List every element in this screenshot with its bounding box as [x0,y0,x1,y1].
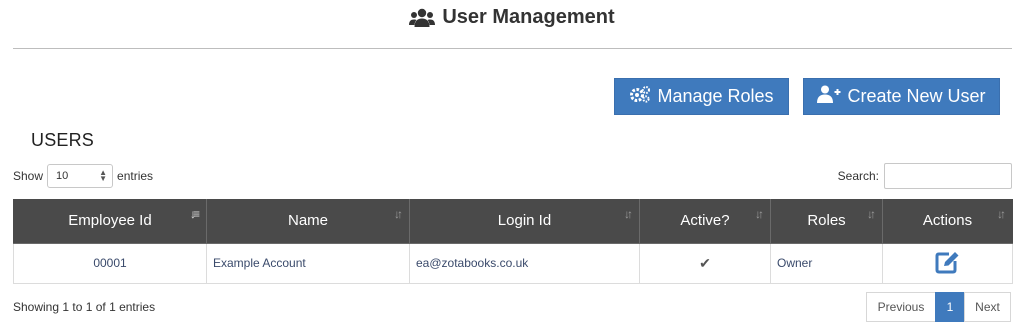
page-header: User Management [0,6,1024,33]
users-icon [409,8,436,28]
sort-icon: ↓↑ [394,207,403,221]
entries-select-value: 10 [56,170,69,182]
previous-page-button[interactable]: Previous [866,292,936,322]
entries-select[interactable]: 10 ▲ ▼ [47,164,114,188]
users-table: Employee Id ↓≡ Name ↓↑ Login Id ↓↑ Activ… [13,199,1013,284]
page-1-button[interactable]: 1 [935,292,965,322]
cell-actions [882,242,1013,284]
manage-roles-button[interactable]: Manage Roles [614,78,789,115]
column-header-name[interactable]: Name ↓↑ [206,199,410,244]
length-prefix: Show [13,169,44,183]
column-header-active[interactable]: Active? ↓↑ [639,199,771,244]
column-header-employee-id[interactable]: Employee Id ↓≡ [13,199,207,244]
column-header-label: Roles [807,212,846,230]
user-plus-icon [817,85,841,108]
pagination: Previous 1 Next [866,292,1011,322]
column-header-label: Name [287,212,328,230]
length-menu: Show 10 ▲ ▼ entries [13,164,153,188]
create-new-user-button[interactable]: Create New User [803,78,1000,115]
search-label: Search: [837,169,879,183]
section-title: USERS [31,130,95,150]
next-page-button[interactable]: Next [964,292,1011,322]
table-header-row: Employee Id ↓≡ Name ↓↑ Login Id ↓↑ Activ… [13,199,1013,244]
search-input[interactable] [884,163,1012,189]
column-header-label: Employee Id [68,212,152,230]
select-arrows-icon: ▲ ▼ [99,168,108,183]
column-header-login-id[interactable]: Login Id ↓↑ [409,199,640,244]
table-row: 00001 Example Account ea@zotabooks.co.uk… [13,242,1013,284]
column-header-actions[interactable]: Actions ↓↑ [882,199,1013,244]
cell-name: Example Account [206,242,410,284]
cell-login-id: ea@zotabooks.co.uk [409,242,640,284]
sort-icon: ↓↑ [624,207,633,221]
page-title: User Management [409,6,615,29]
sort-icon: ↓↑ [997,207,1006,221]
column-header-roles[interactable]: Roles ↓↑ [770,199,883,244]
sort-icon: ↓↑ [867,207,876,221]
cell-roles: Owner [770,242,883,284]
sort-icon: ↓↑ [755,207,764,221]
header-divider [13,48,1012,49]
table-info: Showing 1 to 1 of 1 entries [13,300,156,314]
check-icon: ✔ [699,254,711,271]
page-title-text: User Management [442,6,615,28]
gears-icon [629,85,651,108]
sort-ascending-icon: ↓≡ [189,207,200,221]
manage-roles-label: Manage Roles [657,86,774,106]
create-new-user-label: Create New User [847,86,986,106]
column-header-label: Actions [922,212,973,230]
edit-icon[interactable] [935,250,961,277]
cell-employee-id: 00001 [13,242,207,284]
column-header-label: Login Id [497,212,552,230]
length-suffix: entries [117,169,154,183]
cell-active: ✔ [639,242,771,284]
column-header-label: Active? [680,212,730,230]
search-filter: Search: [838,163,1012,189]
